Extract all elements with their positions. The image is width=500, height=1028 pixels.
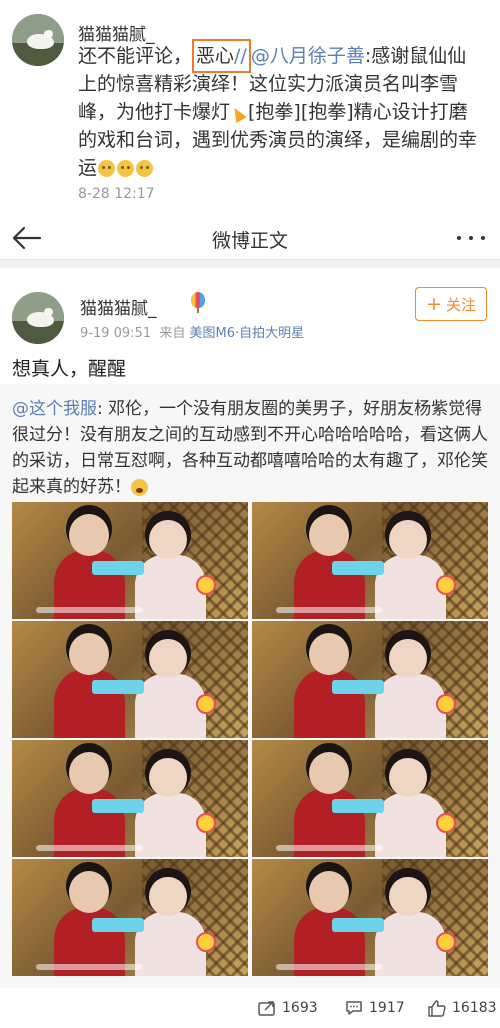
smile-emoji-icon	[117, 160, 135, 177]
fearful-emoji-icon	[131, 478, 148, 496]
quoted-post: 猫猫猫腻_ 还不能评论， 恶心//@八月徐子善:感谢鼠仙仙上的惊喜精彩演绎！这位实…	[0, 0, 500, 218]
post-username[interactable]: 猫猫猫腻_	[80, 294, 157, 319]
nav-bar: 微博正文	[0, 216, 500, 260]
quoted-post-text: 还不能评论， 恶心//@八月徐子善:感谢鼠仙仙上的惊喜精彩演绎！这位实力派演员名叫…	[78, 39, 478, 182]
post-time: 9-19 09:51	[80, 326, 152, 341]
balloon-icon	[190, 292, 206, 314]
post-card: 猫猫猫腻_ 9-19 09:51 来自 美图M6·自拍大明星 + 关注 想真人，醒…	[0, 268, 500, 1028]
post-meta: 9-19 09:51 来自 美图M6·自拍大明星	[80, 326, 305, 341]
mention-link[interactable]: @这个我服	[12, 399, 97, 419]
smile-emoji-icon	[98, 160, 116, 177]
avatar[interactable]	[12, 14, 64, 66]
comment-icon	[346, 1001, 362, 1015]
thumbs-up-icon	[428, 999, 446, 1017]
action-bar: 1693 1917 16183	[0, 988, 500, 1028]
post-source-link[interactable]: 美图M6·自拍大明星	[190, 326, 305, 341]
comment-count: 1917	[369, 1000, 405, 1016]
photo-thumbnail[interactable]	[12, 502, 248, 619]
mention-link[interactable]: @八月徐子善	[251, 45, 365, 67]
post-text: 想真人，醒醒	[12, 358, 127, 380]
like-button[interactable]: 16183	[428, 996, 497, 1020]
avatar[interactable]	[12, 292, 64, 344]
repost-icon	[258, 1001, 275, 1016]
repost-button[interactable]: 1693	[258, 996, 318, 1020]
photo-grid	[12, 502, 488, 976]
like-count: 16183	[452, 1000, 497, 1016]
more-dots-icon[interactable]	[454, 226, 488, 250]
photo-thumbnail[interactable]	[12, 740, 248, 857]
retweet-text: @这个我服: 邓伦，一个没有朋友圈的美男子，好朋友杨紫觉得很过分！没有朋友之间的…	[12, 399, 488, 497]
photo-thumbnail[interactable]	[252, 740, 488, 857]
photo-thumbnail[interactable]	[252, 621, 488, 738]
repost-count: 1693	[282, 1000, 318, 1016]
page-title: 微博正文	[211, 230, 288, 252]
retweeted-post[interactable]: @这个我服: 邓伦，一个没有朋友圈的美男子，好朋友杨紫觉得很过分！没有朋友之间的…	[0, 384, 500, 988]
smile-emoji-icon	[136, 160, 154, 177]
photo-thumbnail[interactable]	[12, 621, 248, 738]
follow-button[interactable]: + 关注	[415, 287, 487, 321]
photo-thumbnail[interactable]	[252, 502, 488, 619]
quoted-post-time: 8-28 12:17	[78, 186, 155, 202]
plus-icon: +	[426, 292, 442, 315]
highlighted-word: 恶心//	[192, 39, 251, 73]
photo-thumbnail[interactable]	[12, 859, 248, 976]
comment-button[interactable]: 1917	[345, 996, 405, 1020]
party-popper-icon	[229, 104, 248, 123]
photo-thumbnail[interactable]	[252, 859, 488, 976]
